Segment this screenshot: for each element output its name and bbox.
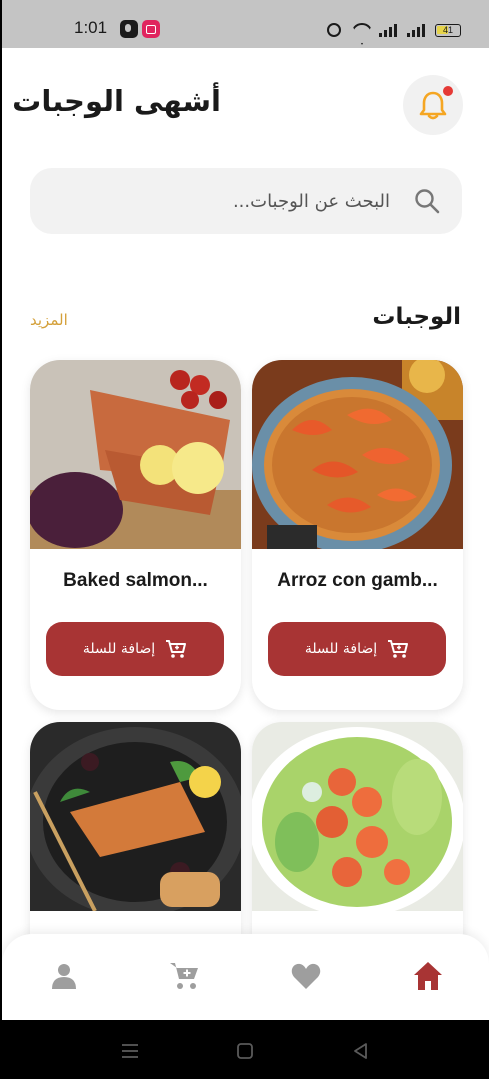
back-icon[interactable] — [352, 1042, 370, 1060]
battery-level: 41 — [442, 24, 453, 35]
meal-card[interactable]: Arroz con gamb... إضافة للسلة — [252, 360, 463, 710]
home-icon — [414, 962, 442, 990]
status-time: 1:01 — [74, 18, 108, 37]
cart-icon — [166, 640, 187, 658]
meal-image — [252, 722, 463, 911]
add-to-cart-label: إضافة للسلة — [304, 641, 378, 657]
cart-icon — [388, 640, 409, 658]
meal-image — [30, 360, 241, 549]
battery-icon: 41 — [435, 23, 461, 37]
nav-favorites[interactable] — [286, 956, 326, 996]
status-bar: 1:01 41 — [2, 0, 489, 48]
cart-icon — [170, 963, 198, 989]
signal-icon — [379, 23, 397, 37]
add-to-cart-label: إضافة للسلة — [82, 641, 156, 657]
bell-icon — [419, 91, 447, 120]
search-icon[interactable] — [414, 188, 440, 214]
meal-title: Baked salmon... — [63, 570, 208, 591]
signal-icon-2 — [407, 23, 425, 37]
search-bar[interactable] — [30, 168, 462, 234]
notifications-button[interactable] — [403, 75, 463, 135]
meal-image — [252, 360, 463, 549]
see-more-link[interactable]: المزيد — [30, 311, 68, 329]
notification-badge — [443, 86, 453, 96]
bottom-navigation — [2, 934, 489, 1020]
nav-profile[interactable] — [44, 956, 84, 996]
recents-icon[interactable] — [120, 1042, 140, 1060]
add-to-cart-button[interactable]: إضافة للسلة — [268, 622, 446, 676]
nav-home[interactable] — [408, 956, 448, 996]
wifi-icon — [351, 23, 369, 37]
profile-icon — [52, 964, 76, 989]
search-input[interactable] — [90, 188, 390, 214]
system-navigation-bar — [0, 1020, 489, 1079]
notification-app-icon — [120, 20, 138, 38]
section-title: الوجبات — [372, 304, 461, 330]
add-to-cart-button[interactable]: إضافة للسلة — [46, 622, 224, 676]
meal-title: Arroz con gamb... — [277, 570, 438, 591]
page-title: أشهى الوجبات — [12, 84, 221, 118]
meal-card[interactable]: Baked salmon... إضافة للسلة — [30, 360, 241, 710]
heart-icon — [291, 963, 321, 989]
status-indicators: 41 — [327, 20, 461, 40]
meal-image — [30, 722, 241, 911]
home-system-icon[interactable] — [236, 1042, 254, 1060]
screen-record-icon — [142, 20, 160, 38]
alarm-icon — [327, 23, 341, 37]
nav-cart[interactable] — [164, 956, 204, 996]
app-screen: 1:01 41 أشهى الوجبات الوجبات المزيد — [2, 0, 489, 1020]
